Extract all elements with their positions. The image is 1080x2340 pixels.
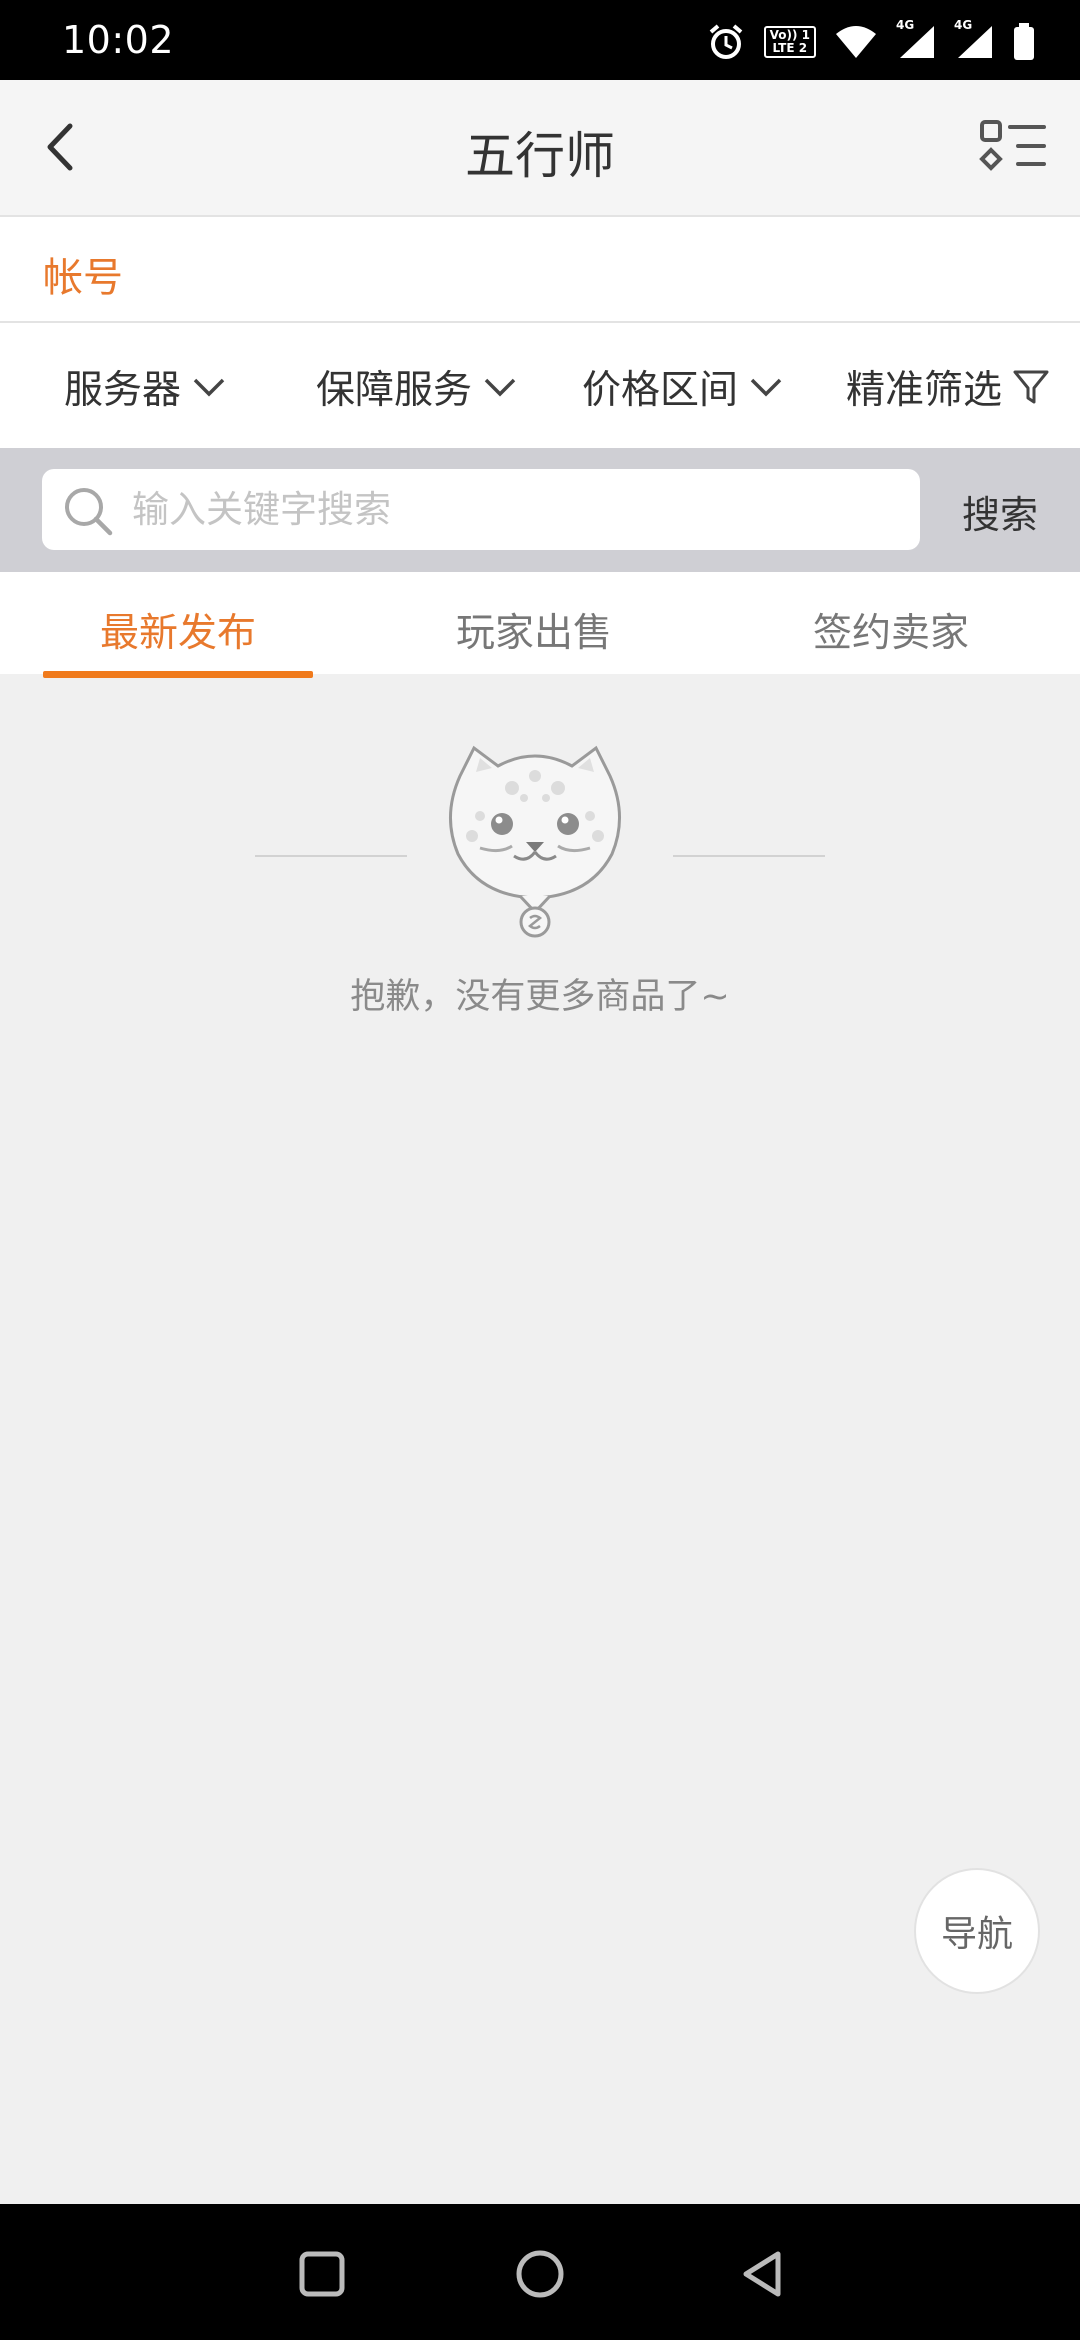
volte-line-2: LTE 2: [772, 41, 808, 55]
status-bar: 10:02 Vo)) 1 LTE 2 4G 4G: [0, 0, 1080, 80]
signal-icon-1: 4G: [896, 18, 936, 60]
system-nav-bar: [0, 2204, 1080, 2340]
category-menu-button[interactable]: [978, 114, 1050, 180]
page-title: 五行师: [465, 127, 615, 185]
filter-icon: [1013, 370, 1049, 404]
leopard-mascot-icon: [449, 745, 621, 938]
filter-bar: 服务器 保障服务 价格区间 精准筛选: [0, 323, 1080, 448]
navigation-fab[interactable]: 导航: [914, 1868, 1040, 1994]
alarm-icon: [709, 24, 742, 59]
signal-icon-2: 4G: [954, 18, 994, 60]
search-box[interactable]: [42, 469, 920, 550]
search-strip: 搜索: [0, 448, 1080, 572]
account-row[interactable]: 帐号: [0, 217, 1080, 323]
filter-price-range[interactable]: 价格区间: [582, 359, 784, 415]
home-circle-icon[interactable]: [512, 2246, 568, 2302]
divider-right: [673, 855, 825, 857]
recents-square-icon[interactable]: [294, 2246, 350, 2302]
search-button[interactable]: 搜索: [962, 484, 1038, 539]
filter-server[interactable]: 服务器: [64, 359, 227, 415]
filter-label: 保障服务: [316, 368, 473, 413]
filter-precise[interactable]: 精准筛选: [846, 359, 1050, 415]
network-label-1: 4G: [896, 18, 915, 32]
chevron-down-icon: [193, 378, 225, 397]
tab-contracted-seller[interactable]: 签约卖家: [813, 602, 969, 658]
chevron-down-icon: [750, 378, 782, 397]
battery-icon: [1014, 23, 1034, 60]
wifi-icon: [836, 26, 876, 58]
filter-guarantee[interactable]: 保障服务: [316, 359, 518, 415]
chevron-down-icon: [484, 378, 516, 397]
tab-bar: 最新发布 玩家出售 签约卖家: [0, 572, 1080, 674]
back-triangle-icon[interactable]: [734, 2246, 790, 2302]
network-label-2: 4G: [954, 18, 973, 32]
search-input[interactable]: [130, 469, 900, 550]
volte-icon: Vo)) 1 LTE 2: [763, 26, 816, 58]
status-icons: Vo)) 1 LTE 2 4G 4G: [706, 18, 1036, 62]
app-header: 五行师: [0, 80, 1080, 217]
filter-label: 服务器: [64, 368, 182, 413]
filter-label: 精准筛选: [846, 368, 1003, 413]
account-category-label: 帐号: [43, 255, 123, 301]
divider-left: [255, 855, 407, 857]
active-tab-indicator: [43, 671, 313, 678]
filter-label: 价格区间: [582, 368, 739, 413]
search-icon: [65, 488, 113, 536]
tab-latest[interactable]: 最新发布: [100, 602, 256, 658]
category-list-icon: [979, 120, 1046, 171]
tab-player-sale[interactable]: 玩家出售: [456, 602, 612, 658]
empty-state: 抱歉，没有更多商品了~: [0, 720, 1080, 1020]
empty-message: 抱歉，没有更多商品了~: [350, 977, 730, 1017]
status-time: 10:02: [62, 18, 175, 62]
